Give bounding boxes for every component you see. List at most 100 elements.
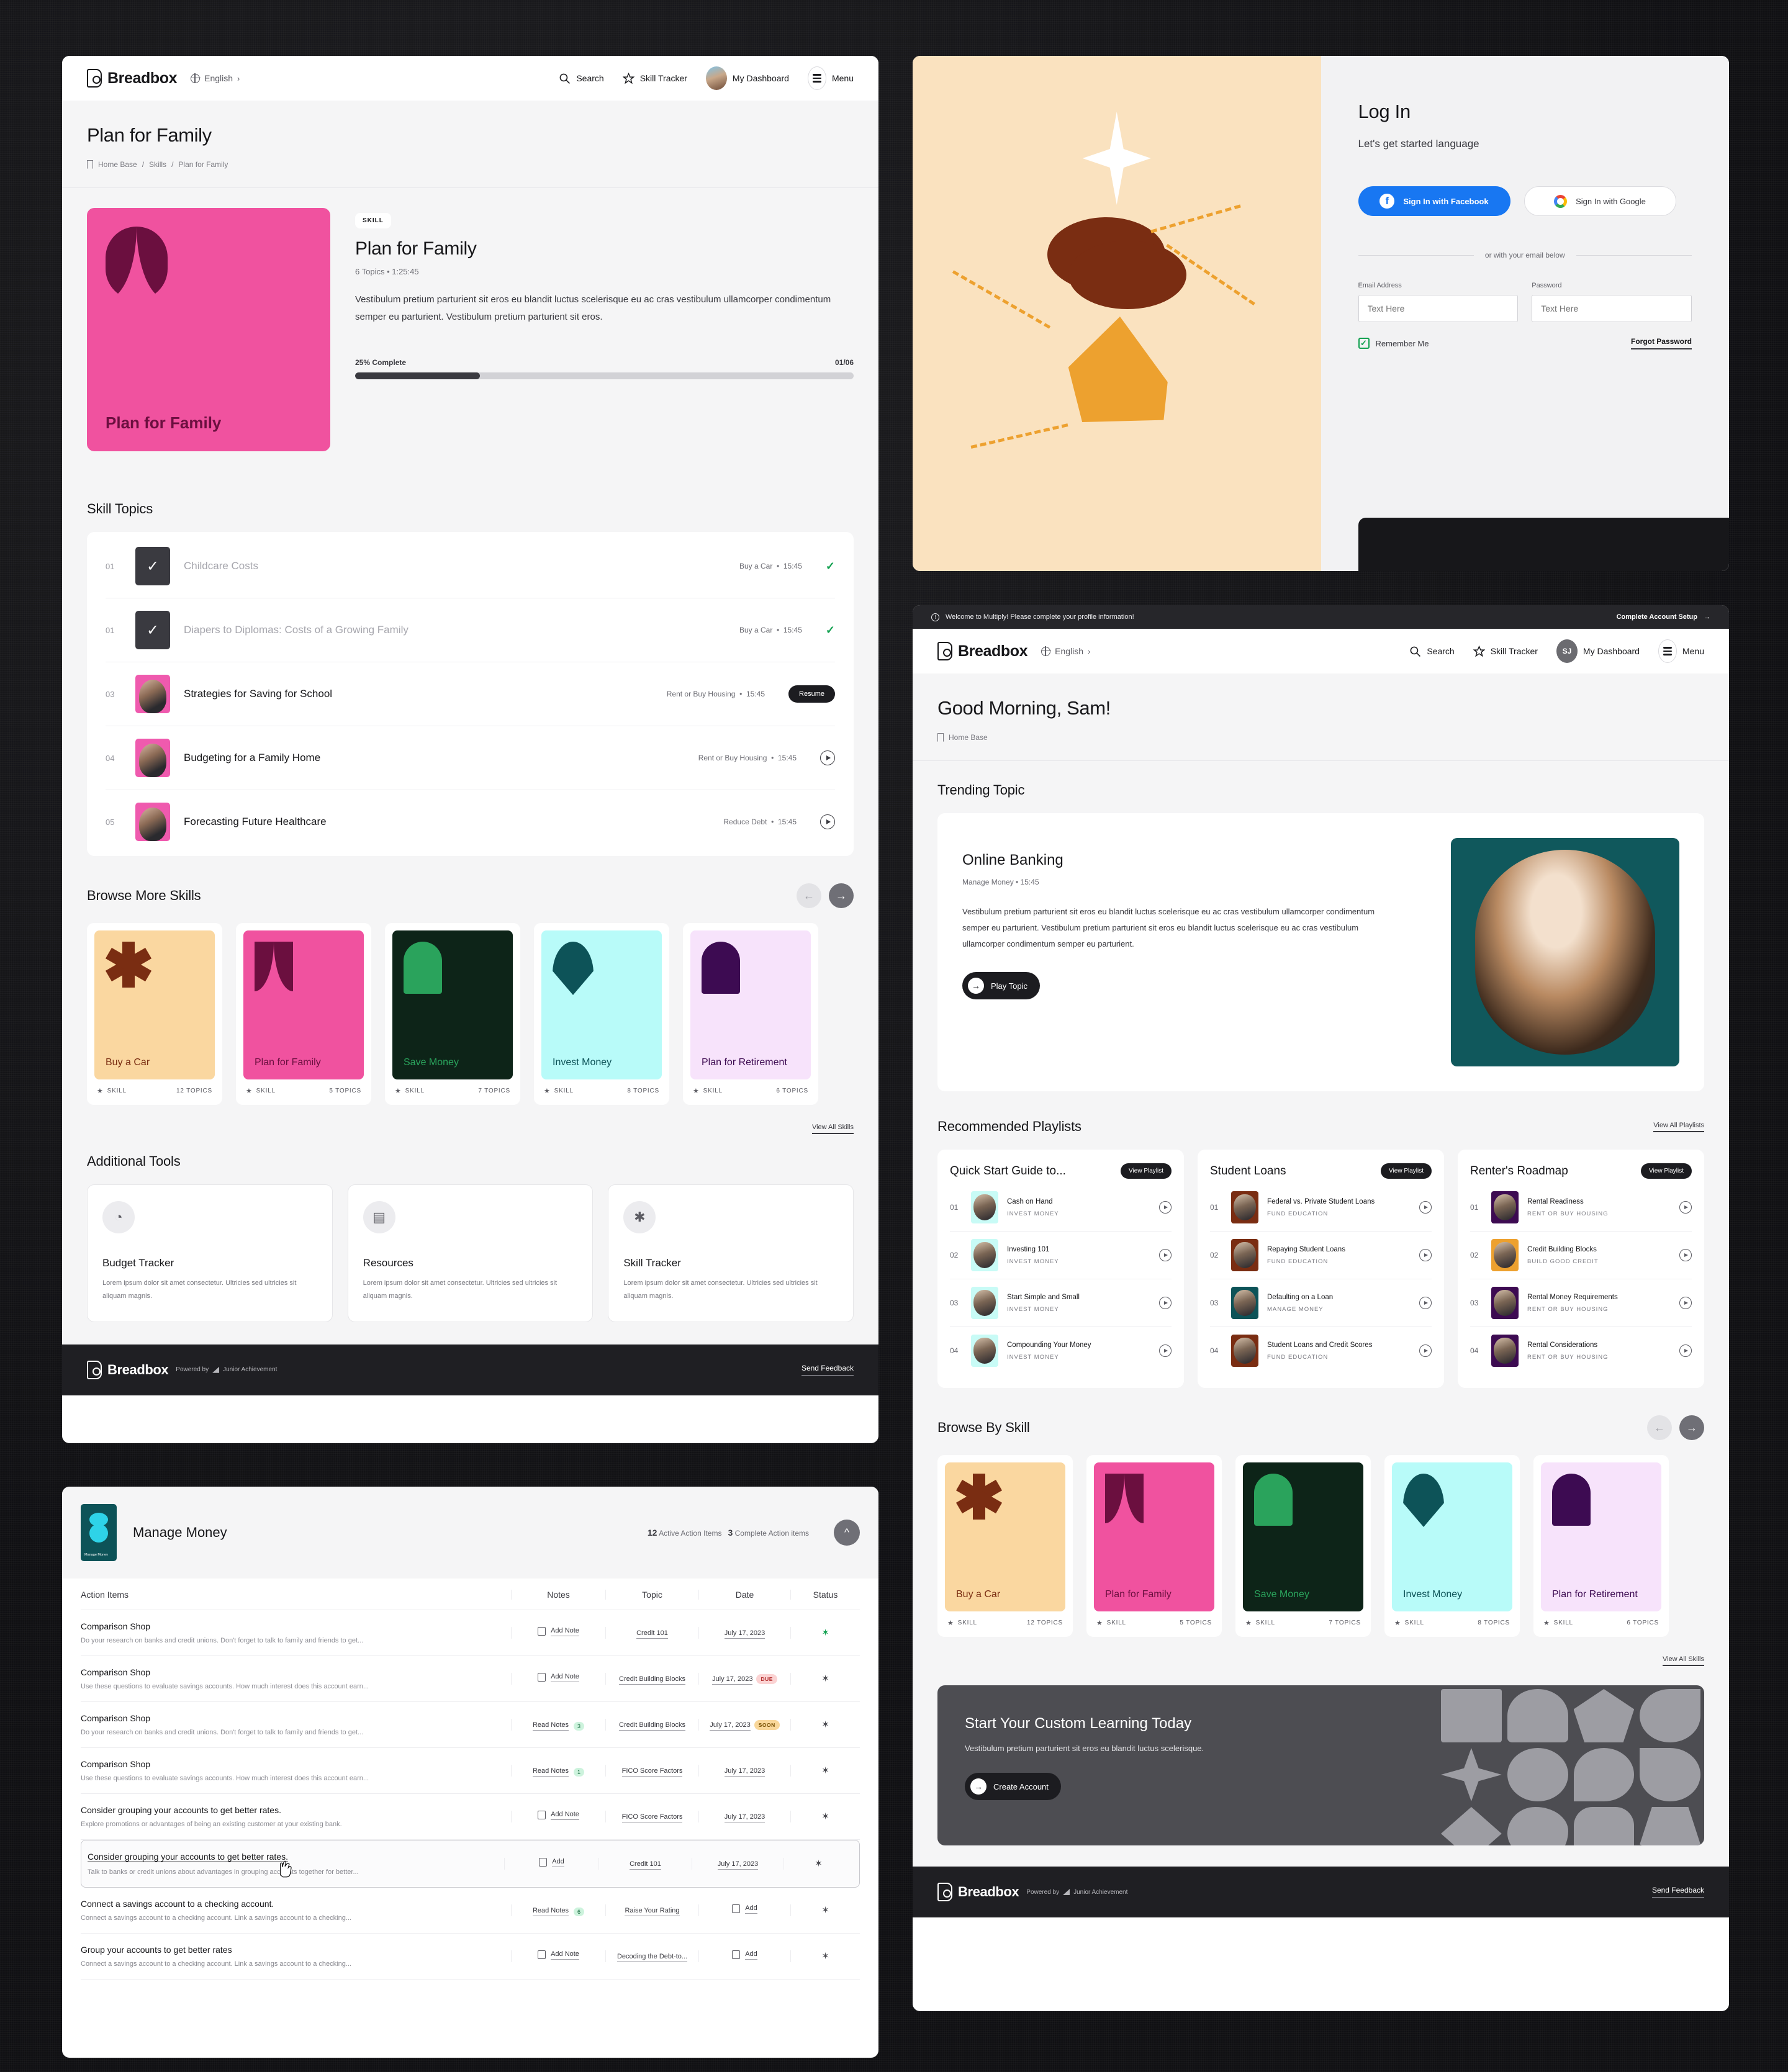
add-note-link[interactable]: Add <box>552 1858 564 1867</box>
table-row[interactable]: Connect a savings account to a checking … <box>81 1888 860 1934</box>
collapse-button[interactable]: ^ <box>834 1520 860 1546</box>
status-sparkle-icon[interactable]: ✶ <box>821 1628 829 1638</box>
playlist-item[interactable]: 03 Rental Money Requirements RENT OR BUY H… <box>1470 1279 1692 1327</box>
table-row[interactable]: Comparison Shop Do your research on banks… <box>81 1702 860 1748</box>
playlist-item[interactable]: 04 Student Loans and Credit Scores FUND ED… <box>1210 1327 1432 1374</box>
play-icon[interactable] <box>1679 1201 1692 1214</box>
add-note-link[interactable]: Add Note <box>551 1950 579 1960</box>
play-icon[interactable] <box>1419 1345 1432 1357</box>
date-link[interactable]: July 17, 2023 <box>724 1767 765 1777</box>
read-notes-link[interactable]: Read Notes <box>532 1767 569 1777</box>
remember-me-checkbox[interactable]: ✓ <box>1358 338 1370 349</box>
table-row[interactable]: Consider grouping your accounts to get b… <box>81 1840 860 1888</box>
resume-button[interactable]: Resume <box>788 685 835 703</box>
facebook-signin-button[interactable]: f Sign In with Facebook <box>1358 186 1510 216</box>
date-link[interactable]: July 17, 2023 <box>712 1675 753 1685</box>
playlist-item[interactable]: 02 Credit Building Blocks BUILD GOOD CREDI… <box>1470 1232 1692 1279</box>
forgot-password-link[interactable]: Forgot Password <box>1630 337 1692 349</box>
play-icon[interactable] <box>1419 1201 1432 1214</box>
playlist-item[interactable]: 01 Cash on Hand INVEST MONEY <box>950 1184 1172 1232</box>
play-icon[interactable] <box>1159 1201 1172 1214</box>
table-row[interactable]: Group your accounts to get better rates C… <box>81 1934 860 1980</box>
topic-row[interactable]: 04 Budgeting for a Family Home Rent or Buy… <box>106 726 835 790</box>
status-sparkle-icon[interactable]: ✶ <box>821 1673 829 1684</box>
skill-card[interactable]: Save Money ★ SKILL 7 TOPICS <box>385 923 520 1105</box>
nav-menu[interactable]: Menu <box>807 66 854 90</box>
nav-search[interactable]: Search <box>1409 646 1455 657</box>
playlist-item[interactable]: 03 Defaulting on a Loan MANAGE MONEY <box>1210 1279 1432 1327</box>
read-notes-link[interactable]: Read Notes <box>532 1907 569 1916</box>
date-link[interactable]: July 17, 2023 <box>717 1860 759 1870</box>
status-sparkle-icon[interactable]: ✶ <box>821 1905 829 1916</box>
topic-link[interactable]: Credit 101 <box>636 1629 668 1639</box>
play-icon[interactable] <box>1159 1345 1172 1357</box>
tool-card[interactable]: ◔ Budget Tracker Lorem ipsum dolor sit ame… <box>87 1184 333 1322</box>
breadcrumb-skills[interactable]: Skills <box>149 160 166 169</box>
play-icon[interactable] <box>820 814 835 829</box>
skill-card[interactable]: Plan for Family ★ SKILL 5 TOPICS <box>1086 1455 1222 1637</box>
status-sparkle-icon[interactable]: ✶ <box>815 1858 823 1869</box>
footer-logo[interactable]: Breadbox <box>937 1883 1019 1901</box>
topic-link[interactable]: FICO Score Factors <box>621 1813 683 1822</box>
status-sparkle-icon[interactable]: ✶ <box>821 1765 829 1776</box>
table-row[interactable]: Consider grouping your accounts to get b… <box>81 1794 860 1840</box>
topic-link[interactable]: Raise Your Rating <box>625 1907 680 1916</box>
topic-link[interactable]: Credit 101 <box>630 1860 661 1870</box>
table-row[interactable]: Comparison Shop Do your research on banks… <box>81 1610 860 1656</box>
add-date-link[interactable]: Add <box>745 1904 757 1914</box>
play-icon[interactable] <box>1419 1249 1432 1261</box>
date-link[interactable]: July 17, 2023 <box>724 1813 765 1822</box>
skill-card[interactable]: Save Money ★ SKILL 7 TOPICS <box>1235 1455 1371 1637</box>
skill-card[interactable]: Plan for Retirement ★ SKILL 6 TOPICS <box>683 923 818 1105</box>
play-icon[interactable] <box>1159 1297 1172 1309</box>
date-link[interactable]: July 17, 2023 <box>710 1721 751 1731</box>
nav-my-dashboard[interactable]: SJ My Dashboard <box>1556 639 1640 663</box>
playlist-item[interactable]: 02 Investing 101 INVEST MONEY <box>950 1232 1172 1279</box>
play-topic-button[interactable]: → Play Topic <box>962 972 1041 999</box>
playlist-item[interactable]: 04 Rental Considerations RENT OR BUY HOUSI… <box>1470 1327 1692 1374</box>
play-icon[interactable] <box>1679 1345 1692 1357</box>
remember-me-group[interactable]: ✓ Remember Me <box>1358 338 1429 349</box>
view-playlist-button[interactable]: View Playlist <box>1381 1163 1432 1179</box>
add-note-link[interactable]: Add Note <box>551 1627 579 1636</box>
view-playlist-button[interactable]: View Playlist <box>1121 1163 1172 1179</box>
topic-link[interactable]: Credit Building Blocks <box>619 1675 685 1685</box>
skill-card[interactable]: Plan for Retirement ★ SKILL 6 TOPICS <box>1533 1455 1669 1637</box>
play-icon[interactable] <box>1679 1249 1692 1261</box>
table-row[interactable]: Comparison Shop Use these questions to ev… <box>81 1748 860 1794</box>
nav-search[interactable]: Search <box>559 73 604 84</box>
skill-card[interactable]: Buy a Car ★ SKILL 12 TOPICS <box>87 923 222 1105</box>
google-signin-button[interactable]: Sign In with Google <box>1524 186 1676 216</box>
breadbox-logo[interactable]: Breadbox <box>937 642 1028 660</box>
carousel-prev-button[interactable]: ← <box>797 883 821 908</box>
status-sparkle-icon[interactable]: ✶ <box>821 1951 829 1962</box>
skill-card[interactable]: Invest Money ★ SKILL 8 TOPICS <box>534 923 669 1105</box>
add-note-link[interactable]: Add Note <box>551 1673 579 1682</box>
status-sparkle-icon[interactable]: ✶ <box>821 1719 829 1730</box>
send-feedback-link[interactable]: Send Feedback <box>801 1364 854 1376</box>
play-icon[interactable] <box>1679 1297 1692 1309</box>
complete-account-setup-link[interactable]: Complete Account Setup → <box>1617 613 1710 621</box>
add-date-link[interactable]: Add <box>745 1950 757 1960</box>
tool-card[interactable]: ▤ Resources Lorem ipsum dolor sit amet con… <box>347 1184 594 1322</box>
add-note-link[interactable]: Add Note <box>551 1811 579 1820</box>
carousel-prev-button[interactable]: ← <box>1647 1415 1672 1440</box>
carousel-next-button[interactable]: → <box>1679 1415 1704 1440</box>
topic-row[interactable]: 01 ✓ Childcare Costs Buy a Car • 15:45 ✓ <box>106 534 835 598</box>
create-account-button[interactable]: → Create Account <box>965 1773 1061 1800</box>
topic-link[interactable]: FICO Score Factors <box>621 1767 683 1777</box>
send-feedback-link[interactable]: Send Feedback <box>1651 1886 1704 1898</box>
view-all-skills-link-2[interactable]: View All Skills <box>913 1643 1729 1666</box>
breadcrumb-home[interactable]: Home Base <box>949 733 988 742</box>
nav-menu[interactable]: Menu <box>1658 639 1704 663</box>
view-all-skills-link-1[interactable]: View All Skills <box>62 1111 878 1134</box>
language-selector[interactable]: English › <box>190 73 240 84</box>
view-all-playlists-link[interactable]: View All Playlists <box>1653 1122 1704 1132</box>
playlist-item[interactable]: 03 Start Simple and Small INVEST MONEY <box>950 1279 1172 1327</box>
footer-logo[interactable]: Breadbox <box>87 1360 169 1379</box>
status-sparkle-icon[interactable]: ✶ <box>821 1811 829 1822</box>
playlist-item[interactable]: 04 Compounding Your Money INVEST MONEY <box>950 1327 1172 1374</box>
skill-hero-card[interactable]: Plan for Family <box>87 208 330 451</box>
breadbox-logo[interactable]: Breadbox <box>87 69 178 88</box>
date-link[interactable]: July 17, 2023 <box>724 1629 765 1639</box>
